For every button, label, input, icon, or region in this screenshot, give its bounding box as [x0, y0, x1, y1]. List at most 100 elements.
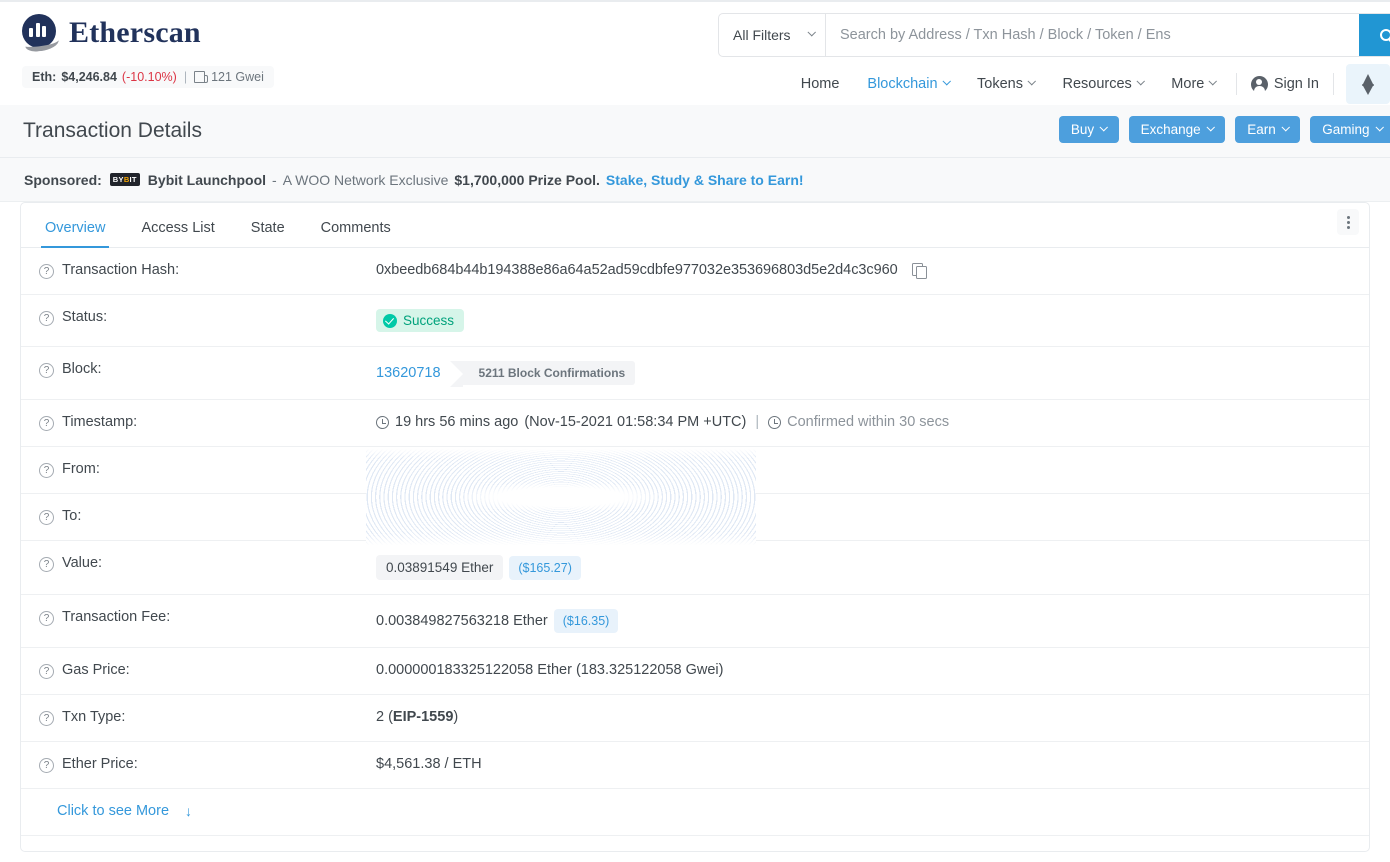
value-usd-amount: ($165.27) [509, 556, 581, 580]
detail-row-value: ? Value: 0.03891549 Ether ($165.27) [21, 541, 1369, 595]
txn-hash-label: Transaction Hash: [62, 262, 179, 278]
txn-fee-label-cell: ? Transaction Fee: [39, 609, 376, 626]
tab-access-list[interactable]: Access List [123, 220, 232, 248]
search-filter-dropdown[interactable]: All Filters [719, 14, 826, 56]
search-icon [1380, 29, 1390, 41]
value-label-cell: ? Value: [39, 555, 376, 572]
exchange-button-label: Exchange [1141, 122, 1201, 137]
tab-state[interactable]: State [233, 220, 303, 248]
copy-icon[interactable] [912, 263, 926, 278]
help-icon[interactable]: ? [39, 758, 54, 773]
kebab-dot [1347, 226, 1350, 229]
value-label: Value: [62, 555, 102, 571]
brand-name: Etherscan [69, 16, 201, 50]
eth-price-ticker[interactable]: Eth: $4,246.84 (-10.10%) | 121 Gwei [22, 66, 274, 88]
tab-overview[interactable]: Overview [27, 220, 123, 248]
chevron-down-icon [1209, 77, 1217, 85]
tab-bar: Overview Access List State Comments [21, 203, 1369, 248]
transaction-details-card: Overview Access List State Comments ? Tr… [20, 202, 1370, 852]
sign-in-label: Sign In [1274, 76, 1319, 92]
earn-button[interactable]: Earn [1235, 116, 1300, 143]
nav-label-more: More [1171, 76, 1204, 92]
eth-price-label: Eth: [32, 70, 56, 84]
chevron-down-icon [1100, 123, 1108, 131]
nav-item-blockchain[interactable]: Blockchain [853, 70, 963, 98]
help-icon[interactable]: ? [39, 664, 54, 679]
detail-row-status: ? Status: Success [21, 295, 1369, 347]
ether-price-label: Ether Price: [62, 756, 138, 772]
timestamp-relative: 19 hrs 56 mins ago [395, 414, 518, 430]
nav-item-tokens[interactable]: Tokens [963, 70, 1048, 98]
eth-price-change: (-10.10%) [122, 70, 177, 84]
txn-type-label-cell: ? Txn Type: [39, 709, 376, 726]
private-note-value-cell: To access the Private Note feature, you … [376, 850, 1369, 852]
check-circle-icon [383, 314, 397, 328]
nav-item-more[interactable]: More [1157, 70, 1230, 98]
see-more-cell: Click to see More ↓ [39, 803, 192, 819]
help-icon[interactable]: ? [39, 416, 54, 431]
status-badge: Success [376, 309, 464, 332]
txn-fee-label: Transaction Fee: [62, 609, 170, 625]
page-title-bar: Transaction Details Buy Exchange Earn Ga… [0, 105, 1390, 158]
status-label-cell: ? Status: [39, 309, 376, 326]
buy-button-label: Buy [1071, 122, 1094, 137]
timestamp-absolute: (Nov-15-2021 01:58:34 PM +UTC) [524, 414, 746, 430]
tab-comments-label: Comments [321, 220, 391, 236]
sponsored-advertiser[interactable]: Bybit Launchpool [148, 172, 266, 188]
txn-hash-value-cell: 0xbeedb684b44b194388e86a64a52ad59cdbfe97… [376, 262, 1369, 278]
tab-overview-label: Overview [45, 220, 105, 236]
private-note-label-cell: ? Private Note: [39, 850, 376, 852]
help-icon[interactable]: ? [39, 264, 54, 279]
value-ether-amount: 0.03891549 Ether [376, 555, 503, 580]
tab-access-list-label: Access List [141, 220, 214, 236]
block-value-cell: 13620718 5211 Block Confirmations [376, 361, 1369, 385]
see-more-link[interactable]: Click to see More [57, 803, 169, 819]
detail-row-see-more: Click to see More ↓ [21, 789, 1369, 836]
status-value-cell: Success [376, 309, 1369, 332]
txn-type-suffix: ) [453, 709, 458, 725]
logged-in-link[interactable]: Logged In [691, 850, 756, 852]
kebab-dot [1347, 221, 1350, 224]
help-icon[interactable]: ? [39, 463, 54, 478]
help-icon[interactable]: ? [39, 311, 54, 326]
search-submit-button[interactable] [1359, 14, 1390, 56]
nav-label-tokens: Tokens [977, 76, 1023, 92]
sponsored-amount: $1,700,000 Prize Pool. [454, 172, 600, 188]
ether-price-value-cell: $4,561.38 / ETH [376, 756, 1369, 772]
sponsored-banner: Sponsored: BYBIT Bybit Launchpool - A WO… [0, 158, 1390, 202]
gaming-button[interactable]: Gaming [1310, 116, 1390, 143]
sponsored-cta-link[interactable]: Stake, Study & Share to Earn! [606, 172, 804, 188]
from-label: From: [62, 461, 100, 477]
nav-divider [1236, 73, 1237, 95]
buy-button[interactable]: Buy [1059, 116, 1119, 143]
block-confirmations-label: 5211 Block Confirmations [479, 366, 626, 380]
block-label-cell: ? Block: [39, 361, 376, 378]
help-icon[interactable]: ? [39, 611, 54, 626]
exchange-button[interactable]: Exchange [1129, 116, 1226, 143]
txn-fee-usd-amount: ($16.35) [554, 609, 619, 633]
sign-in-button[interactable]: Sign In [1243, 70, 1327, 99]
help-icon[interactable]: ? [39, 510, 54, 525]
etherscan-logo[interactable]: Etherscan [22, 14, 201, 52]
arrow-down-icon: ↓ [185, 803, 192, 819]
help-icon[interactable]: ? [39, 557, 54, 572]
txn-hash-label-cell: ? Transaction Hash: [39, 262, 376, 279]
status-label: Status: [62, 309, 107, 325]
help-icon[interactable]: ? [39, 363, 54, 378]
chevron-down-icon [1207, 123, 1215, 131]
help-icon[interactable]: ? [39, 711, 54, 726]
network-switch-button[interactable] [1346, 64, 1390, 104]
more-options-button[interactable] [1337, 209, 1359, 235]
block-number-link[interactable]: 13620718 [376, 365, 441, 381]
kebab-dot [1347, 216, 1350, 219]
to-label: To: [62, 508, 81, 524]
nav-label-home: Home [801, 76, 840, 92]
search-bar: All Filters [718, 13, 1390, 57]
clock-icon [768, 416, 781, 429]
nav-item-resources[interactable]: Resources [1048, 70, 1157, 98]
private-note-text: To access the Private Note feature, you … [376, 850, 685, 852]
nav-item-home[interactable]: Home [787, 70, 854, 98]
tab-comments[interactable]: Comments [303, 220, 409, 248]
block-confirmations-badge: 5211 Block Confirmations [463, 361, 636, 385]
search-input[interactable] [826, 14, 1359, 56]
